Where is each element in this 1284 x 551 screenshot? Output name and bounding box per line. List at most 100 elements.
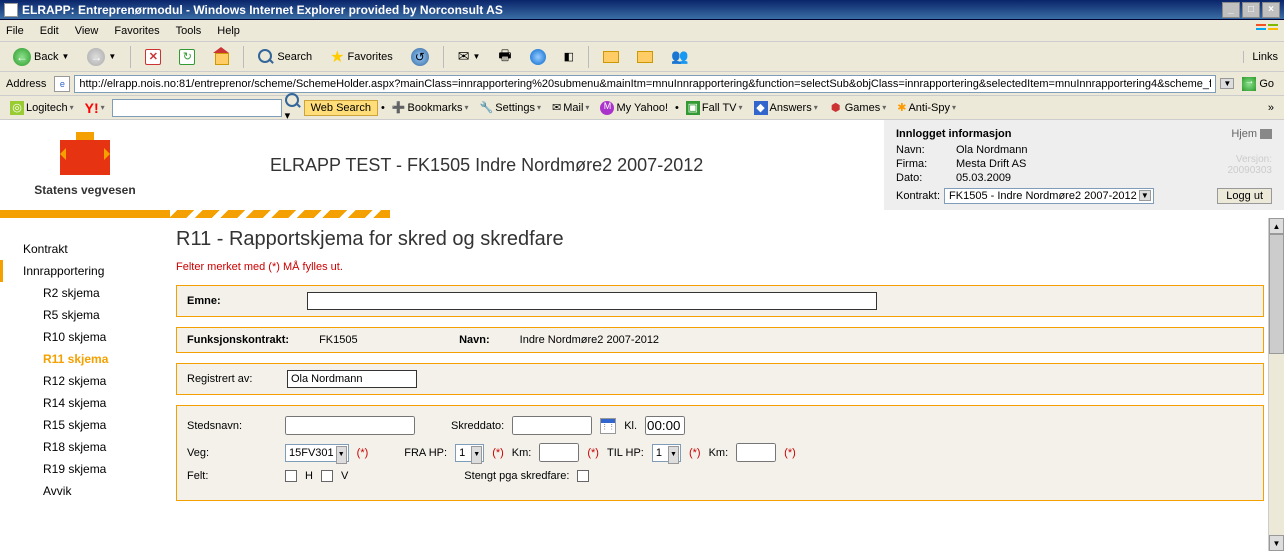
answers-button[interactable]: ◆Answers▾	[750, 100, 822, 116]
emne-input[interactable]	[307, 292, 877, 310]
yahoo-search-input[interactable]	[112, 99, 282, 117]
yahoo-logo[interactable]: Y!▾	[81, 99, 109, 117]
address-dropdown[interactable]: ▼	[1220, 78, 1234, 89]
tilhp-select[interactable]: 1	[652, 444, 681, 462]
app-title: ELRAPP TEST - FK1505 Indre Nordmøre2 200…	[170, 120, 884, 210]
falltv-button[interactable]: ▣Fall TV▾	[682, 100, 747, 116]
toolbar-overflow[interactable]: »	[1264, 101, 1278, 115]
main-toolbar: ←Back▼ →▼ ✕ ↻ Search ★Favorites ↺ ✉▼ 🖶 ◧…	[0, 42, 1284, 72]
vegvesen-logo-icon	[55, 132, 115, 177]
favorites-button[interactable]: ★Favorites	[323, 44, 400, 70]
bookmarks-button[interactable]: ➕Bookmarks▾	[388, 100, 473, 115]
main-content-area: Kontrakt Innrapportering R2 skjema R5 sk…	[0, 218, 1284, 551]
kl-input[interactable]	[645, 416, 685, 435]
myyahoo-button[interactable]: MMy Yahoo!	[596, 100, 672, 116]
home-button[interactable]	[206, 46, 236, 68]
info-heading: Innlogget informasjon	[896, 128, 1272, 140]
antispy-button[interactable]: ✱Anti-Spy▾	[893, 100, 960, 115]
registrert-input[interactable]	[287, 370, 417, 388]
folder2-button[interactable]	[630, 48, 660, 66]
refresh-button[interactable]: ↻	[172, 46, 202, 68]
people-button[interactable]: 👥	[664, 45, 695, 68]
scroll-thumb[interactable]	[1269, 234, 1284, 354]
menu-view[interactable]: View	[75, 25, 99, 37]
menu-bar: File Edit View Favorites Tools Help	[0, 20, 1284, 42]
messenger-button[interactable]	[523, 46, 553, 68]
calendar-icon[interactable]	[600, 418, 616, 434]
print-button[interactable]: 🖶	[491, 42, 518, 72]
menu-file[interactable]: File	[6, 25, 24, 37]
home-link[interactable]: Hjem	[1231, 128, 1272, 140]
fk-row: Funksjonskontrakt: FK1505 Navn: Indre No…	[176, 327, 1264, 353]
search-button[interactable]: Search	[251, 46, 319, 68]
location-block: Stedsnavn: Skreddato: Kl. Veg: 15FV301(*…	[176, 405, 1264, 501]
required-note: Felter merket med (*) MÅ fylles ut.	[176, 261, 1264, 273]
scroll-down-icon[interactable]: ▼	[1269, 535, 1284, 551]
sidebar-item-r12[interactable]: R12 skjema	[0, 370, 170, 392]
home-icon	[1260, 129, 1272, 139]
go-button[interactable]: Go	[1238, 76, 1278, 92]
folder-button[interactable]	[596, 48, 626, 66]
address-input[interactable]	[74, 75, 1216, 93]
scroll-up-icon[interactable]: ▲	[1269, 218, 1284, 234]
menu-help[interactable]: Help	[217, 25, 240, 37]
org-logo-area: Statens vegvesen	[0, 120, 170, 210]
forward-button[interactable]: →▼	[80, 45, 123, 69]
kontrakt-select[interactable]: FK1505 - Indre Nordmøre2 2007-2012	[944, 188, 1154, 204]
fk-value: FK1505	[319, 334, 429, 346]
window-title: ELRAPP: Entreprenørmodul - Windows Inter…	[22, 3, 503, 17]
mail2-button[interactable]: ✉Mail▾	[548, 100, 593, 115]
close-button[interactable]: ×	[1262, 2, 1280, 18]
sidebar-item-r11[interactable]: R11 skjema	[0, 348, 170, 370]
user-name: Ola Nordmann	[956, 144, 1028, 156]
form-content: R11 - Rapportskjema for skred og skredfa…	[170, 218, 1284, 551]
v-checkbox[interactable]	[321, 470, 333, 482]
app-icon	[4, 3, 18, 17]
page-icon: e	[54, 76, 70, 92]
research-button[interactable]: ◧	[557, 47, 581, 66]
sidebar-item-r15[interactable]: R15 skjema	[0, 414, 170, 436]
history-button[interactable]: ↺	[404, 45, 436, 69]
web-search-button[interactable]: Web Search	[304, 100, 378, 116]
fk-name: Indre Nordmøre2 2007-2012	[520, 334, 659, 346]
yahoo-toolbar: ◎Logitech▾ Y!▾ ▾ Web Search • ➕Bookmarks…	[0, 96, 1284, 120]
vertical-scrollbar[interactable]: ▲ ▼	[1268, 218, 1284, 551]
h-checkbox[interactable]	[285, 470, 297, 482]
links-label[interactable]: Links	[1243, 51, 1278, 63]
games-button[interactable]: ⬢Games▾	[825, 100, 890, 116]
user-firm: Mesta Drift AS	[956, 158, 1026, 170]
maximize-button[interactable]: □	[1242, 2, 1260, 18]
window-titlebar: ELRAPP: Entreprenørmodul - Windows Inter…	[0, 0, 1284, 20]
stop-button[interactable]: ✕	[138, 46, 168, 68]
settings-button[interactable]: 🔧Settings▾	[476, 100, 545, 115]
sidebar-item-r19[interactable]: R19 skjema	[0, 458, 170, 480]
sidebar-item-r5[interactable]: R5 skjema	[0, 304, 170, 326]
frahp-select[interactable]: 1	[455, 444, 484, 462]
search-dd-icon[interactable]: ▾	[285, 93, 301, 122]
sidebar-item-r10[interactable]: R10 skjema	[0, 326, 170, 348]
page-title: R11 - Rapportskjema for skred og skredfa…	[176, 228, 1264, 251]
skreddato-input[interactable]	[512, 416, 592, 435]
address-label: Address	[6, 78, 46, 90]
menu-favorites[interactable]: Favorites	[114, 25, 159, 37]
frakm-input[interactable]	[539, 443, 579, 462]
sidebar-item-r14[interactable]: R14 skjema	[0, 392, 170, 414]
sidebar-item-avvik[interactable]: Avvik	[0, 480, 170, 502]
login-info-panel: Innlogget informasjon Hjem Navn:Ola Nord…	[884, 120, 1284, 210]
registrert-row: Registrert av:	[176, 363, 1264, 395]
back-button[interactable]: ←Back▼	[6, 45, 76, 69]
stedsnavn-input[interactable]	[285, 416, 415, 435]
sidebar-item-kontrakt[interactable]: Kontrakt	[0, 238, 170, 260]
menu-edit[interactable]: Edit	[40, 25, 59, 37]
sidebar-item-r18[interactable]: R18 skjema	[0, 436, 170, 458]
tilkm-input[interactable]	[736, 443, 776, 462]
stengt-checkbox[interactable]	[577, 470, 589, 482]
sidebar-item-innrapportering[interactable]: Innrapportering	[0, 260, 170, 282]
veg-select[interactable]: 15FV301	[285, 444, 349, 462]
menu-tools[interactable]: Tools	[176, 25, 202, 37]
mail-button[interactable]: ✉▼	[451, 45, 488, 68]
sidebar-item-r2[interactable]: R2 skjema	[0, 282, 170, 304]
logitech-button[interactable]: ◎Logitech▾	[6, 100, 78, 116]
minimize-button[interactable]: _	[1222, 2, 1240, 18]
logout-button[interactable]: Logg ut	[1217, 188, 1272, 204]
